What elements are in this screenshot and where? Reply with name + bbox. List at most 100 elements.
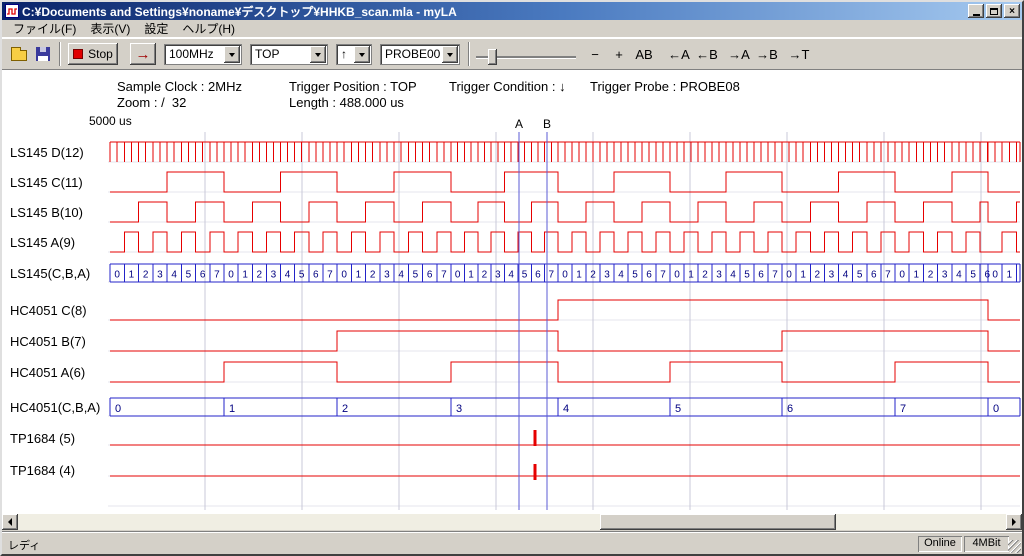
svg-text:2: 2 bbox=[143, 270, 149, 281]
svg-text:0: 0 bbox=[562, 270, 568, 281]
open-button[interactable] bbox=[8, 43, 30, 65]
minimize-button[interactable] bbox=[968, 4, 984, 18]
save-floppy-icon bbox=[36, 47, 50, 61]
svg-text:3: 3 bbox=[271, 270, 277, 281]
probe-select[interactable]: PROBE00 bbox=[380, 44, 460, 65]
trigger-condition-info: Trigger Condition : ↓ bbox=[449, 79, 566, 94]
svg-text:6: 6 bbox=[427, 270, 433, 281]
svg-text:1: 1 bbox=[129, 270, 135, 281]
svg-text:7: 7 bbox=[660, 270, 666, 281]
svg-text:5: 5 bbox=[186, 270, 192, 281]
trigger-edge-select[interactable]: ↑ bbox=[336, 44, 372, 65]
svg-text:3: 3 bbox=[604, 270, 610, 281]
svg-text:2: 2 bbox=[928, 270, 934, 281]
status-ready-text: レディ bbox=[8, 537, 40, 553]
save-button[interactable] bbox=[32, 43, 54, 65]
zoom-out-button[interactable]: − bbox=[584, 43, 606, 65]
svg-text:1: 1 bbox=[468, 270, 474, 281]
svg-text:4: 4 bbox=[843, 270, 849, 281]
svg-text:2: 2 bbox=[370, 270, 376, 281]
svg-text:0: 0 bbox=[341, 270, 347, 281]
trigger-position-dropdown-button[interactable] bbox=[310, 46, 326, 63]
stop-label: Stop bbox=[88, 47, 113, 61]
probe-value: PROBE00 bbox=[385, 45, 440, 64]
zoom-slider[interactable] bbox=[476, 43, 576, 65]
svg-text:4: 4 bbox=[956, 270, 962, 281]
zoom-info: Zoom : / 32 bbox=[117, 95, 186, 110]
svg-text:6: 6 bbox=[646, 270, 652, 281]
svg-text:0: 0 bbox=[115, 403, 121, 415]
svg-text:7: 7 bbox=[772, 270, 778, 281]
run-button[interactable]: → bbox=[130, 43, 156, 65]
close-button[interactable]: × bbox=[1004, 4, 1020, 18]
window-title: C:¥Documents and Settings¥noname¥デスクトップ¥… bbox=[22, 3, 968, 20]
scroll-right-button[interactable] bbox=[1006, 514, 1022, 530]
resize-grip[interactable] bbox=[1008, 540, 1021, 553]
svg-text:1: 1 bbox=[356, 270, 362, 281]
ab-button[interactable]: AB bbox=[632, 43, 656, 65]
status-memory-panel: 4MBit bbox=[964, 536, 1009, 552]
svg-text:6: 6 bbox=[200, 270, 206, 281]
sample-rate-value: 100MHz bbox=[169, 45, 214, 64]
svg-text:1: 1 bbox=[800, 270, 806, 281]
svg-text:3: 3 bbox=[716, 270, 722, 281]
svg-text:3: 3 bbox=[384, 270, 390, 281]
svg-text:5: 5 bbox=[632, 270, 638, 281]
svg-text:0: 0 bbox=[993, 403, 999, 415]
svg-text:6: 6 bbox=[313, 270, 319, 281]
svg-text:6: 6 bbox=[985, 270, 991, 281]
svg-text:7: 7 bbox=[441, 270, 447, 281]
svg-text:6: 6 bbox=[871, 270, 877, 281]
waveform-canvas[interactable]: 0123456701234567012345670123456701234567… bbox=[2, 112, 1022, 512]
svg-text:5: 5 bbox=[857, 270, 863, 281]
toolbar: Stop → 100MHz TOP ↑ PROBE00 − + AB bbox=[2, 38, 1022, 70]
menu-settings[interactable]: 設定 bbox=[137, 19, 175, 38]
menu-file[interactable]: ファイル(F) bbox=[6, 19, 83, 38]
maximize-button[interactable] bbox=[986, 4, 1002, 18]
svg-text:5: 5 bbox=[970, 270, 976, 281]
sample-rate-dropdown-button[interactable] bbox=[224, 46, 240, 63]
svg-text:0: 0 bbox=[114, 270, 120, 281]
zoom-in-button[interactable]: + bbox=[608, 43, 630, 65]
horizontal-scrollbar[interactable] bbox=[2, 514, 1022, 530]
stop-button[interactable]: Stop bbox=[68, 43, 118, 65]
svg-text:5: 5 bbox=[522, 270, 528, 281]
trigger-edge-dropdown-button[interactable] bbox=[354, 46, 370, 63]
probe-dropdown-button[interactable] bbox=[442, 46, 458, 63]
menu-help[interactable]: ヘルプ(H) bbox=[175, 19, 242, 38]
toolbar-separator bbox=[59, 42, 61, 66]
svg-text:5: 5 bbox=[744, 270, 750, 281]
sample-rate-select[interactable]: 100MHz bbox=[164, 44, 242, 65]
goto-trigger-button[interactable]: →T bbox=[786, 43, 812, 65]
svg-text:3: 3 bbox=[157, 270, 163, 281]
slider-thumb[interactable] bbox=[488, 49, 497, 65]
chevron-down-icon bbox=[359, 53, 365, 57]
goto-b-right-button[interactable]: →B bbox=[754, 43, 780, 65]
goto-b-left-button[interactable]: ←B bbox=[694, 43, 720, 65]
trigger-position-select[interactable]: TOP bbox=[250, 44, 328, 65]
goto-a-right-button[interactable]: →A bbox=[726, 43, 752, 65]
svg-text:2: 2 bbox=[342, 403, 348, 415]
svg-text:5: 5 bbox=[299, 270, 305, 281]
run-arrow-icon: → bbox=[136, 46, 151, 63]
svg-text:4: 4 bbox=[618, 270, 624, 281]
svg-text:5: 5 bbox=[675, 403, 681, 415]
triangle-right-icon bbox=[1012, 518, 1016, 526]
svg-text:2: 2 bbox=[590, 270, 596, 281]
svg-text:0: 0 bbox=[674, 270, 680, 281]
svg-text:6: 6 bbox=[535, 270, 541, 281]
svg-text:1: 1 bbox=[1007, 270, 1013, 281]
svg-text:2: 2 bbox=[257, 270, 263, 281]
scroll-thumb[interactable] bbox=[600, 514, 836, 530]
goto-a-left-button[interactable]: ←A bbox=[666, 43, 692, 65]
svg-text:0: 0 bbox=[455, 270, 461, 281]
svg-text:3: 3 bbox=[942, 270, 948, 281]
length-info: Length : 488.000 us bbox=[289, 95, 404, 110]
svg-text:7: 7 bbox=[214, 270, 220, 281]
maximize-icon bbox=[990, 8, 998, 15]
svg-text:0: 0 bbox=[899, 270, 905, 281]
waveform-client-area: Sample Clock : 2MHz Trigger Position : T… bbox=[2, 70, 1022, 514]
menu-view[interactable]: 表示(V) bbox=[83, 19, 137, 38]
slider-track[interactable] bbox=[476, 56, 576, 58]
scroll-left-button[interactable] bbox=[2, 514, 18, 530]
